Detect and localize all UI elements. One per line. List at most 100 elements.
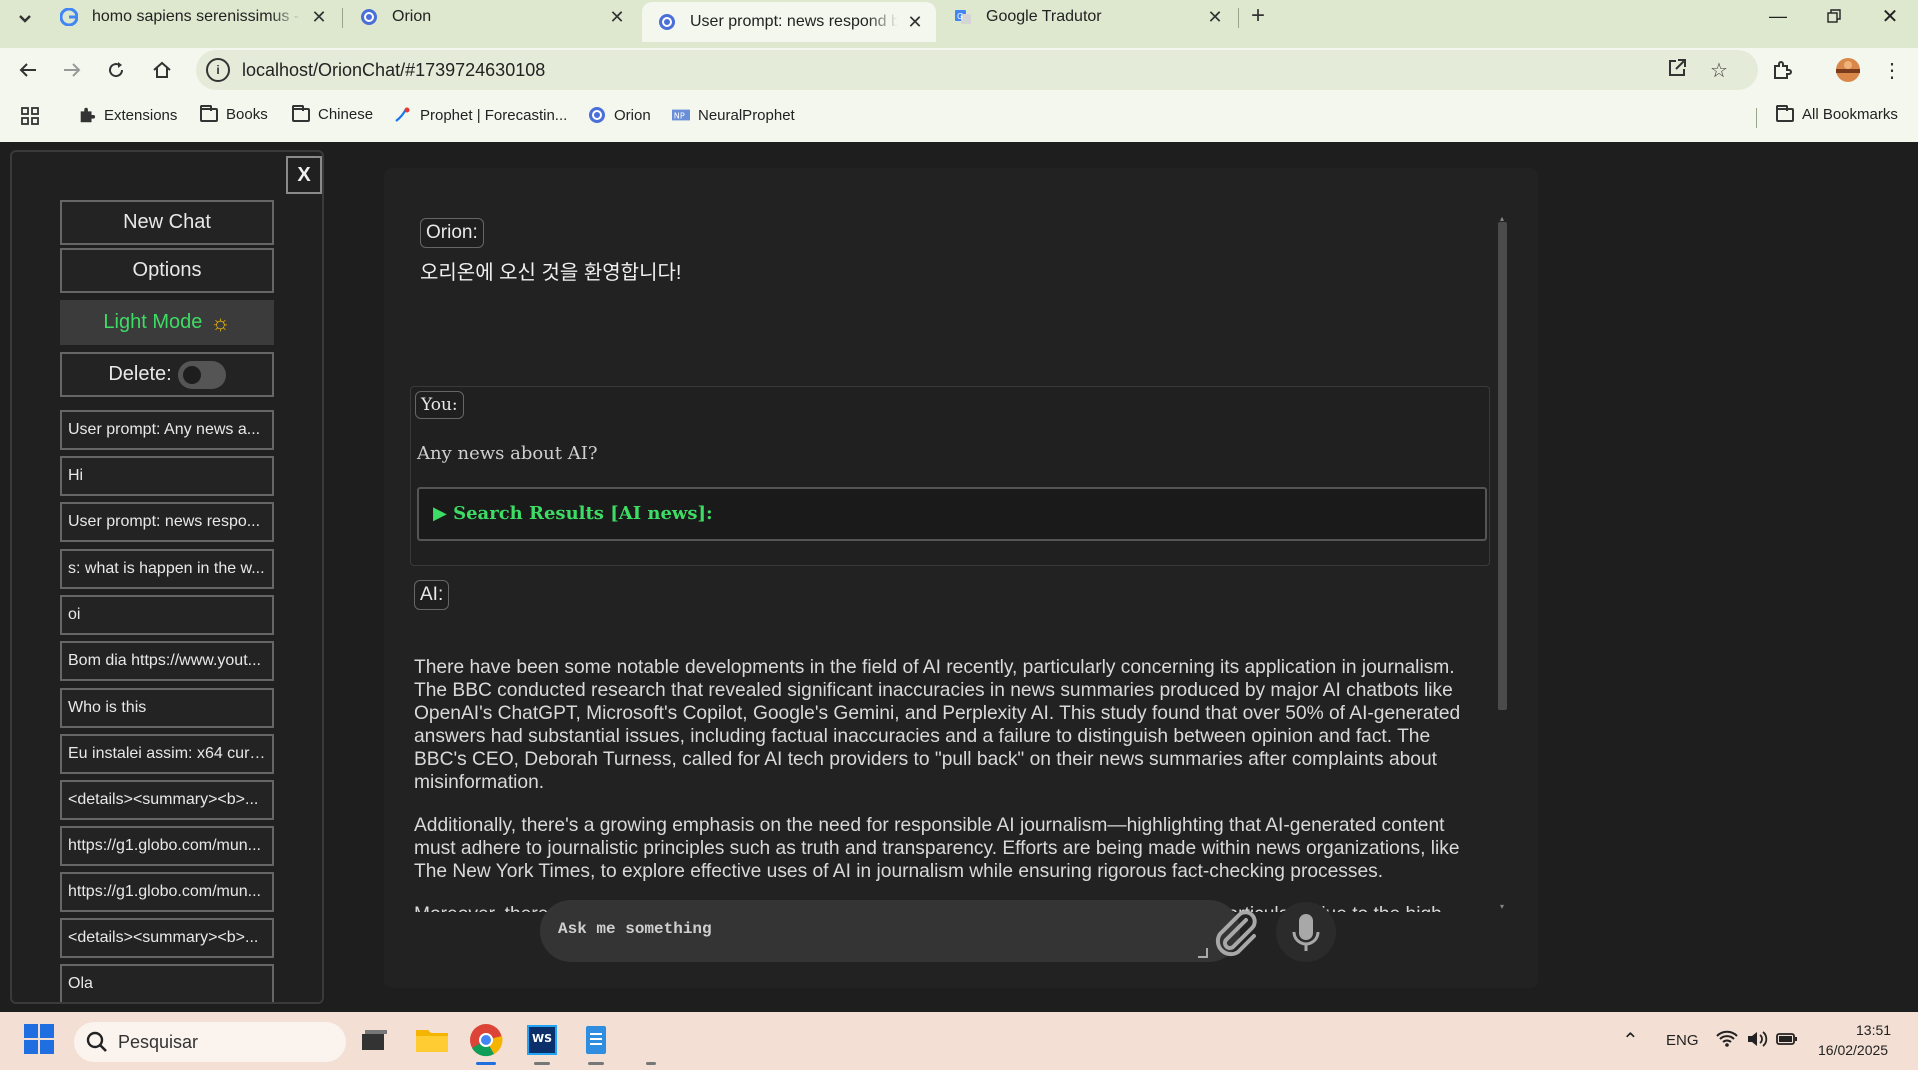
chat-history-item[interactable]: Hi — [60, 456, 274, 496]
notepad-icon[interactable] — [578, 1022, 614, 1065]
tab-user-prompt-active[interactable]: User prompt: news respond ba ✕ — [642, 2, 936, 42]
all-bookmarks-label: All Bookmarks — [1802, 106, 1898, 123]
prompt-input[interactable]: Ask me something — [540, 900, 1240, 962]
light-mode-button[interactable]: Light Mode ☼ — [60, 300, 274, 345]
tab-separator — [342, 8, 343, 28]
reload-icon[interactable] — [100, 54, 132, 86]
file-explorer-icon[interactable] — [414, 1022, 450, 1058]
chat-history-item[interactable]: https://g1.globo.com/mun... — [60, 872, 274, 912]
clock-time[interactable]: 13:51 — [1856, 1022, 1891, 1038]
wifi-icon[interactable] — [1716, 1030, 1738, 1052]
attach-paperclip-icon[interactable] — [1208, 906, 1260, 958]
tab-search-chevron-icon[interactable] — [12, 6, 38, 32]
chat-history-item[interactable]: Eu instalei assim: x64 curl... — [60, 734, 274, 774]
delete-toggle-row: Delete: — [60, 352, 274, 397]
you-label: You: — [415, 391, 464, 419]
clock-date[interactable]: 16/02/2025 — [1818, 1042, 1888, 1058]
bookmark-star-icon[interactable]: ☆ — [1706, 58, 1732, 84]
back-arrow-icon[interactable] — [12, 54, 44, 86]
windows-taskbar: Pesquisar WS ⌃ ENG 13:51 16/02/2025 — [0, 1012, 1918, 1070]
bookmark-neuralprophet[interactable]: NP NeuralProphet — [672, 106, 795, 124]
tab-close-icon[interactable]: ✕ — [308, 7, 330, 28]
search-results-details[interactable]: ▶ Search Results [AI news]: — [417, 487, 1487, 541]
new-tab-plus-icon[interactable]: + — [1242, 0, 1274, 32]
battery-icon[interactable] — [1776, 1030, 1798, 1052]
taskbar-search-placeholder: Pesquisar — [118, 1032, 199, 1052]
textarea-resize-handle[interactable] — [1198, 948, 1208, 958]
chrome-icon[interactable] — [468, 1022, 504, 1065]
search-results-summary[interactable]: ▶ Search Results [AI news]: — [433, 503, 713, 524]
google-favicon-icon — [60, 8, 78, 26]
bookmark-orion[interactable]: Orion — [588, 106, 651, 124]
chat-history-item[interactable]: https://g1.globo.com/mun... — [60, 826, 274, 866]
scrollbar-thumb[interactable] — [1498, 222, 1507, 710]
chat-history-item[interactable]: Bom dia https://www.yout... — [60, 641, 274, 681]
tab-close-icon[interactable]: ✕ — [1204, 7, 1226, 28]
bookmark-books[interactable]: Books — [200, 104, 268, 123]
tab-strip: homo sapiens serenissimus - Pe ✕ Orion ✕… — [0, 0, 1918, 48]
open-in-app-icon[interactable] — [1664, 58, 1690, 84]
bookmark-label: Extensions — [104, 106, 178, 124]
bookmark-label: Prophet | Forecastin... — [420, 106, 568, 124]
new-chat-button[interactable]: New Chat — [60, 200, 274, 245]
chat-history-item[interactable]: <details><summary><b>... — [60, 780, 274, 820]
forward-arrow-icon[interactable] — [56, 54, 88, 86]
bookmark-chinese[interactable]: Chinese — [292, 104, 373, 123]
address-bar[interactable]: i localhost/OrionChat/#1739724630108 ☆ — [196, 50, 1758, 90]
ai-paragraph: Additionally, there's a growing emphasis… — [414, 815, 1460, 882]
all-bookmarks[interactable]: All Bookmarks — [1776, 104, 1898, 123]
chat-history-item[interactable]: Who is this — [60, 688, 274, 728]
bookmark-prophet[interactable]: Prophet | Forecastin... — [394, 106, 567, 124]
volume-icon[interactable] — [1746, 1030, 1768, 1052]
options-button[interactable]: Options — [60, 248, 274, 293]
tab-homo-sapiens[interactable]: homo sapiens serenissimus - Pe ✕ — [44, 0, 340, 34]
tray-chevron-up-icon[interactable]: ⌃ — [1622, 1028, 1639, 1053]
microphone-icon — [1292, 914, 1320, 951]
chat-history-item[interactable]: Ola — [60, 964, 274, 1002]
chat-history-item[interactable]: <details><summary><b>... — [60, 918, 274, 958]
taskbar-search[interactable]: Pesquisar — [74, 1022, 346, 1062]
extensions-puzzle-icon[interactable] — [1766, 54, 1798, 86]
close-sidebar-button[interactable]: X — [286, 156, 322, 194]
tab-orion[interactable]: Orion ✕ — [344, 0, 638, 34]
restore-icon[interactable] — [1806, 0, 1862, 32]
sun-icon: ☼ — [210, 309, 231, 335]
task-view-icon[interactable] — [356, 1022, 392, 1058]
ai-paragraph: There have been some notable development… — [414, 657, 1461, 793]
bookmark-extensions[interactable]: Extensions — [78, 106, 177, 124]
profile-avatar[interactable] — [1832, 54, 1864, 86]
apps-grid-icon[interactable] — [20, 106, 40, 126]
tab-title: Orion — [392, 8, 432, 25]
sidebar: X New Chat Options Light Mode ☼ Delete: … — [10, 150, 324, 1004]
chat-history-item[interactable]: oi — [60, 595, 274, 635]
chat-history-item[interactable]: User prompt: Any news a... — [60, 410, 274, 450]
bookmark-label: Orion — [614, 106, 651, 124]
svg-text:NP: NP — [674, 111, 685, 121]
window-close-icon[interactable]: ✕ — [1862, 0, 1918, 32]
chat-log[interactable]: Orion: 오리온에 오신 것을 환영합니다! You: Any news a… — [410, 218, 1490, 912]
delete-toggle-switch[interactable] — [177, 360, 226, 389]
site-info-icon[interactable]: i — [206, 58, 230, 82]
menu-kebab-icon[interactable]: ⋮ — [1876, 54, 1908, 86]
chat-history-item[interactable]: s: what is happen in the w... — [60, 549, 274, 589]
bookmark-separator — [1756, 108, 1757, 128]
tab-google-tradutor[interactable]: G Google Tradutor ✕ — [938, 0, 1236, 34]
tab-close-icon[interactable]: ✕ — [606, 7, 628, 28]
chat-scrollbar[interactable]: ▴ ▾ — [1496, 214, 1508, 912]
orion-welcome-message: Orion: 오리온에 오신 것을 환영합니다! — [420, 218, 681, 285]
svg-text:WS: WS — [532, 1032, 552, 1045]
windows-start-icon[interactable] — [22, 1022, 58, 1058]
chat-history-item[interactable]: User prompt: news respo... — [60, 502, 274, 542]
scroll-down-arrow-icon[interactable]: ▾ — [1496, 902, 1508, 911]
bookmarks-bar: Extensions Books Chinese Prophet | Forec… — [0, 100, 1918, 134]
microphone-button[interactable] — [1276, 902, 1336, 962]
minimize-icon[interactable]: — — [1750, 0, 1806, 32]
active-app-indicator — [476, 1062, 496, 1065]
tab-close-icon[interactable]: ✕ — [904, 12, 926, 33]
tab-title: homo sapiens serenissimus - Pe — [92, 8, 302, 25]
running-app-indicator — [534, 1062, 550, 1065]
input-language[interactable]: ENG — [1666, 1032, 1699, 1049]
delete-label: Delete: — [108, 363, 172, 385]
home-icon[interactable] — [146, 54, 178, 86]
webstorm-icon[interactable]: WS — [524, 1022, 560, 1065]
